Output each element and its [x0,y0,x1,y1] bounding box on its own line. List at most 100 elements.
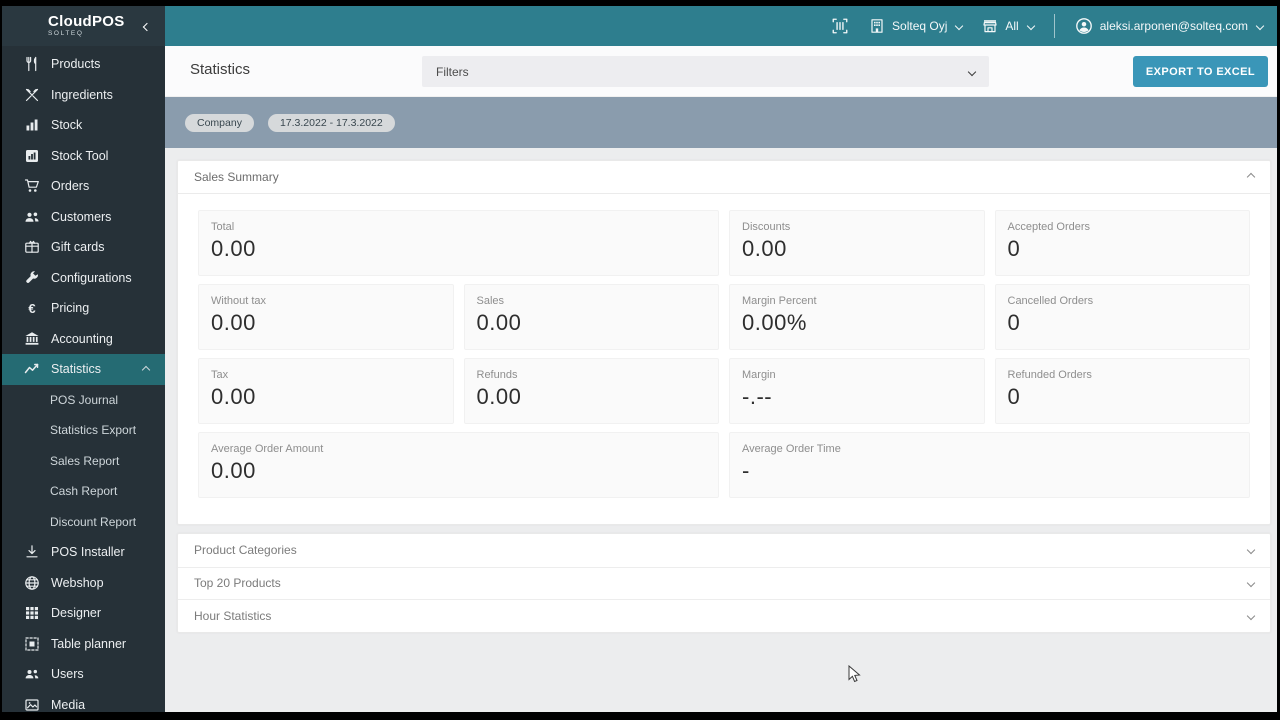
grid-icon [24,605,40,621]
chevron-down-icon [1026,22,1034,30]
chevron-down-icon [1256,22,1264,30]
stat-card-label: Discounts [742,221,972,233]
sidebar-item-statistics[interactable]: Statistics [2,354,165,385]
sidebar-item-accounting[interactable]: Accounting [2,324,165,355]
sidebar-subitem-pos-journal[interactable]: POS Journal [2,385,165,416]
sidebar-item-pos-installer[interactable]: POS Installer [2,537,165,568]
topbar: Solteq Oyj All aleksi.arponen@solteq.com [165,6,1277,46]
stat-card-label: Refunds [477,369,707,381]
sidebar-item-label: Designer [51,606,101,620]
chevron-left-icon [143,23,151,31]
filter-chip-company[interactable]: Company [185,114,254,132]
stat-card-value: 0.00 [477,310,707,336]
stat-card-label: Average Order Time [742,443,1237,455]
crossed-utensils-icon [24,87,40,103]
store-selector[interactable]: All [982,18,1033,34]
stat-card-value: 0 [1008,236,1238,262]
restaurant-icon [24,56,40,72]
brand-name: CloudPOS [48,14,125,29]
sidebar-item-label: Ingredients [51,88,113,102]
filters-dropdown[interactable]: Filters [422,56,989,87]
stat-card-without-tax: Without tax 0.00 [198,284,454,350]
image-icon [24,697,40,712]
stat-card-sales: Sales 0.00 [464,284,720,350]
sidebar-item-webshop[interactable]: Webshop [2,568,165,599]
globe-icon [24,575,40,591]
content: Sales Summary Total 0.00 Discounts 0.00 … [165,148,1277,633]
chevron-up-icon [143,360,149,378]
sidebar-item-orders[interactable]: Orders [2,171,165,202]
sidebar-item-users[interactable]: Users [2,659,165,690]
collapsed-sections-panel: Product Categories Top 20 Products Hour … [177,533,1271,633]
stat-card-accepted-orders: Accepted Orders 0 [995,210,1251,276]
sidebar-item-label: Statistics [51,362,101,376]
company-selector[interactable]: Solteq Oyj [869,18,962,34]
stat-card-value: 0.00 [211,236,706,262]
page-header: Statistics Filters EXPORT TO EXCEL [165,46,1277,97]
user-menu[interactable]: aleksi.arponen@solteq.com [1075,17,1263,35]
stat-card-value: - [742,458,1237,484]
sidebar-item-table-planner[interactable]: Table planner [2,629,165,660]
people-icon [24,209,40,225]
wrench-icon [24,270,40,286]
sidebar-item-designer[interactable]: Designer [2,598,165,629]
section-label: Top 20 Products [194,576,281,590]
sidebar: CloudPOS SOLTEQ Products Ingredients [2,6,165,712]
scan-button[interactable] [831,17,849,35]
sidebar-subitem-discount-report[interactable]: Discount Report [2,507,165,538]
sidebar-item-label: Webshop [51,576,104,590]
export-to-excel-button[interactable]: EXPORT TO EXCEL [1133,56,1268,87]
sidebar-subitem-sales-report[interactable]: Sales Report [2,446,165,477]
stat-card-label: Refunded Orders [1008,369,1238,381]
bank-icon [24,331,40,347]
section-hour-statistics[interactable]: Hour Statistics [178,599,1270,632]
sidebar-item-media[interactable]: Media [2,690,165,713]
section-label: Product Categories [194,543,297,557]
sidebar-item-label: Media [51,698,85,712]
building-icon [869,18,885,34]
user-email: aleksi.arponen@solteq.com [1100,19,1248,33]
sidebar-item-ingredients[interactable]: Ingredients [2,80,165,111]
sidebar-item-label: Stock Tool [51,149,108,163]
sidebar-nav: Products Ingredients Stock Stock Tool [2,46,165,712]
sidebar-item-stock-tool[interactable]: Stock Tool [2,141,165,172]
stat-card-label: Margin Percent [742,295,972,307]
chevron-down-icon [1247,579,1255,587]
sidebar-subitem-cash-report[interactable]: Cash Report [2,476,165,507]
sales-summary-title: Sales Summary [194,170,279,184]
sidebar-subitem-statistics-export[interactable]: Statistics Export [2,415,165,446]
cart-icon [24,178,40,194]
stat-card-value: 0 [1008,384,1238,410]
stat-card-tax: Tax 0.00 [198,358,454,424]
sidebar-subitem-label: Cash Report [50,484,117,498]
stat-card-label: Total [211,221,706,233]
gift-card-icon [24,239,40,255]
sidebar-item-label: Pricing [51,301,89,315]
sidebar-item-products[interactable]: Products [2,49,165,80]
stat-card-label: Without tax [211,295,441,307]
sales-summary-header[interactable]: Sales Summary [178,161,1270,194]
table-planner-icon [24,636,40,652]
sidebar-item-pricing[interactable]: € Pricing [2,293,165,324]
sidebar-item-stock[interactable]: Stock [2,110,165,141]
stat-card-label: Tax [211,369,441,381]
section-product-categories[interactable]: Product Categories [178,534,1270,567]
account-circle-icon [1075,17,1093,35]
sidebar-item-label: POS Installer [51,545,125,559]
filters-dropdown-label: Filters [436,65,469,79]
stat-card-value: 0 [1008,310,1238,336]
barcode-scan-icon [831,17,849,35]
company-selector-label: Solteq Oyj [892,19,947,33]
filter-chip-date-range[interactable]: 17.3.2022 - 17.3.2022 [268,114,395,132]
sidebar-item-customers[interactable]: Customers [2,202,165,233]
sidebar-item-configurations[interactable]: Configurations [2,263,165,294]
users-icon [24,666,40,682]
stat-card-value: -.-- [742,384,972,410]
sidebar-item-gift-cards[interactable]: Gift cards [2,232,165,263]
stat-card-value: 0.00% [742,310,972,336]
brand-subtitle: SOLTEQ [48,31,125,38]
sidebar-subitem-label: Discount Report [50,515,136,529]
section-top-20-products[interactable]: Top 20 Products [178,567,1270,600]
sidebar-collapse-button[interactable] [144,17,150,35]
stat-card-label: Average Order Amount [211,443,706,455]
